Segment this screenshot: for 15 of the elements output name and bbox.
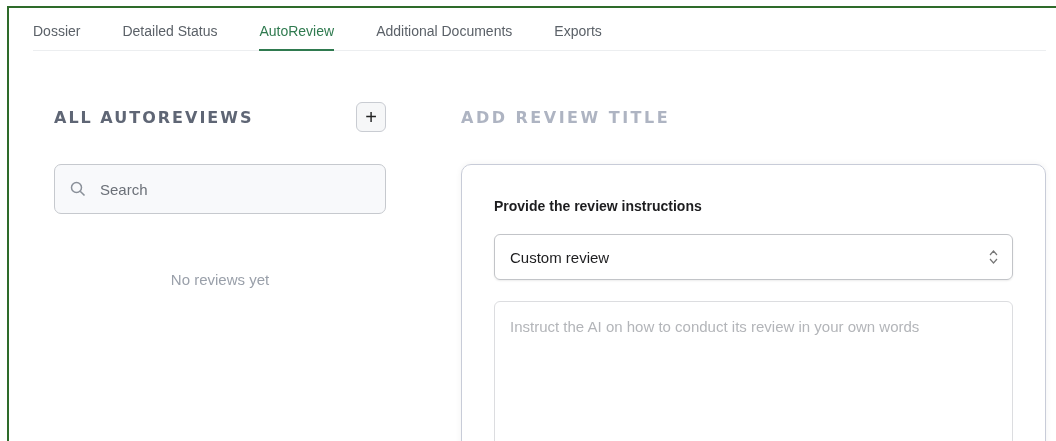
tab[interactable]: Detailed Status	[122, 13, 218, 51]
empty-message: No reviews yet	[170, 271, 270, 288]
search-field[interactable]: Search	[54, 164, 386, 214]
search-icon	[70, 181, 86, 197]
instructions-field[interactable]: Instruct the AI on how to conduct its review in your own words	[494, 301, 1013, 441]
review-type-select[interactable]: Custom review	[494, 234, 1013, 280]
add-button[interactable]: +	[356, 102, 386, 132]
chevron-up-down-icon	[989, 249, 998, 265]
instructions-label: Provide the review instructions	[494, 198, 703, 214]
review-title-field[interactable]: ADD REVIEW TITLE	[461, 101, 861, 133]
tab[interactable]: AutoReview	[259, 13, 335, 51]
tab[interactable]: Additional Documents	[376, 13, 513, 51]
section-title: ALL AUTOREVIEWS	[54, 107, 254, 127]
tab[interactable]: Exports	[554, 13, 602, 51]
tab[interactable]: Dossier	[33, 13, 81, 51]
